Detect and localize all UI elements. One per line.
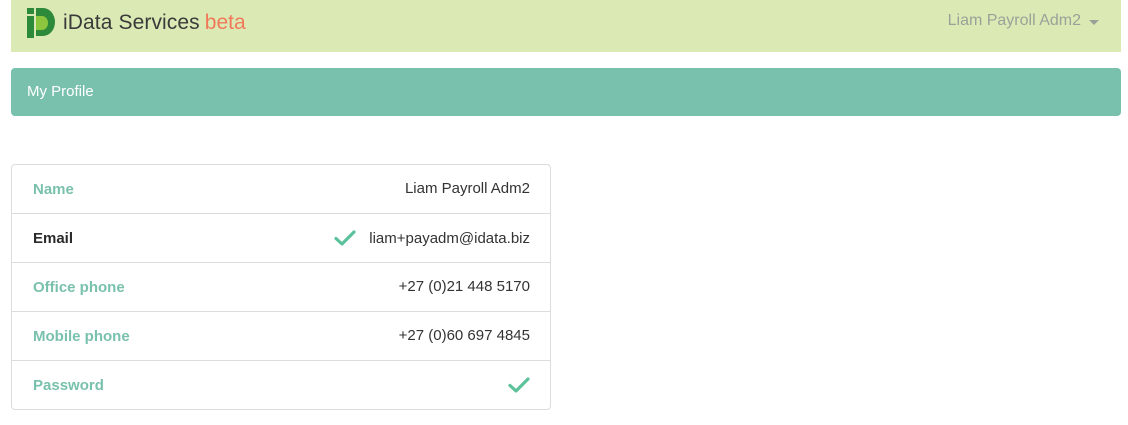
profile-value-office-phone: +27 (0)21 448 5170 — [398, 278, 530, 295]
verified-check-icon — [334, 230, 356, 246]
profile-row-office-phone[interactable]: Office phone +27 (0)21 448 5170 — [12, 263, 550, 312]
profile-label-office-phone: Office phone — [33, 279, 125, 296]
chevron-down-icon — [1089, 19, 1099, 25]
user-menu-name: Liam Payroll Adm2 — [947, 12, 1081, 29]
idata-logo-icon — [27, 8, 55, 38]
profile-row-mobile-phone[interactable]: Mobile phone +27 (0)60 697 4845 — [12, 312, 550, 361]
brand[interactable]: iData Services beta — [27, 8, 246, 38]
profile-value-name: Liam Payroll Adm2 — [404, 180, 530, 197]
profile-label-email: Email — [33, 230, 74, 247]
profile-row-password[interactable]: Password — [12, 361, 550, 409]
profile-label-mobile-phone: Mobile phone — [33, 328, 130, 345]
user-menu-dropdown[interactable]: Liam Payroll Adm2 — [948, 12, 1099, 30]
profile-row-email[interactable]: Email liam+payadm@idata.biz — [12, 214, 550, 263]
profile-value-email: liam+payadm@idata.biz — [369, 229, 530, 247]
top-navbar: iData Services beta Liam Payroll Adm2 — [11, 0, 1121, 52]
profile-value-password — [508, 376, 530, 394]
profile-value-email-wrap: liam+payadm@idata.biz — [334, 229, 530, 247]
brand-beta-tag: beta — [204, 11, 246, 34]
page-header: My Profile — [11, 68, 1121, 116]
profile-row-name[interactable]: Name Liam Payroll Adm2 — [12, 165, 550, 214]
profile-label-name: Name — [33, 181, 74, 198]
page-title: My Profile — [27, 83, 94, 100]
profile-label-password: Password — [33, 377, 104, 394]
profile-value-mobile-phone: +27 (0)60 697 4845 — [398, 327, 530, 344]
verified-check-icon — [508, 377, 530, 393]
brand-name: iData Services — [63, 11, 200, 34]
profile-card: Name Liam Payroll Adm2 Email liam+payadm… — [11, 164, 551, 410]
